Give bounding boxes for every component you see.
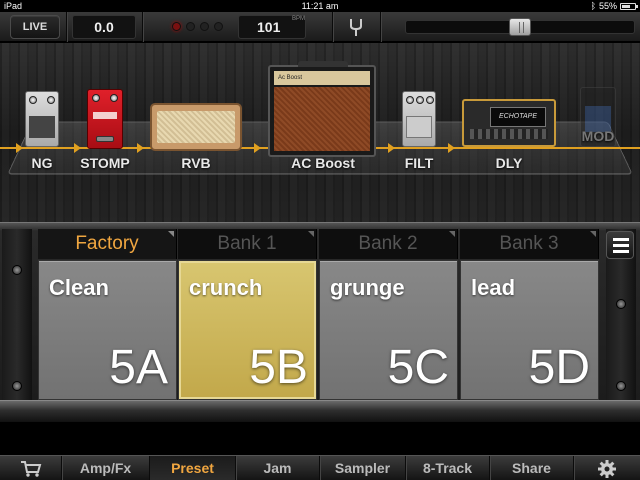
reverb-amp[interactable]: [150, 103, 242, 151]
fx-label-dly: DLY: [495, 155, 523, 171]
bottom-tab-bar: Amp/Fx Preset Jam Sampler 8-Track Share: [0, 455, 640, 480]
bank-tab-bank-1[interactable]: Bank 1: [178, 229, 317, 259]
preset-panel: Factory Bank 1 Bank 2 Bank 3 Clean 5A cr…: [0, 222, 640, 422]
bank-tab-factory[interactable]: Factory: [38, 229, 177, 259]
filter-pedal[interactable]: [402, 91, 436, 147]
signal-arrow: [16, 143, 23, 153]
tab-preset[interactable]: Preset: [150, 456, 236, 480]
fx-label-rvb: RVB: [181, 155, 211, 171]
preset-button-grunge[interactable]: grunge 5C: [319, 260, 458, 400]
tab-sampler[interactable]: Sampler: [320, 456, 406, 480]
tuning-fork-icon[interactable]: [342, 16, 370, 38]
preset-slot: 5D: [528, 341, 590, 394]
metronome-led-2: [186, 22, 195, 31]
tab-amp-fx[interactable]: Amp/Fx: [62, 456, 150, 480]
signal-arrow: [388, 143, 395, 153]
noise-gate-pedal[interactable]: [25, 91, 59, 147]
input-level-display[interactable]: 0.0: [72, 15, 136, 39]
metronome-led-3: [200, 22, 209, 31]
live-button[interactable]: LIVE: [10, 15, 60, 39]
signal-arrow: [448, 143, 455, 153]
tab-share[interactable]: Share: [490, 456, 574, 480]
amp-panel-label: Ac Boost: [274, 71, 370, 85]
bank-tab-bank-2[interactable]: Bank 2: [319, 229, 458, 259]
bpm-unit: BPM: [292, 16, 306, 22]
signal-chain: NG STOMP RVB Ac Boost AC Boost FILT ECHO…: [0, 43, 640, 223]
fx-label-stomp: STOMP: [80, 155, 130, 171]
signal-arrow: [74, 143, 81, 153]
clock: 11:21 am: [301, 1, 339, 11]
delay-screen: ECHOTAPE: [490, 107, 546, 127]
ac-boost-amp[interactable]: Ac Boost: [268, 61, 376, 157]
tab-jam[interactable]: Jam: [236, 456, 320, 480]
gear-icon[interactable]: [574, 456, 640, 480]
preset-button-clean[interactable]: Clean 5A: [38, 260, 177, 400]
metronome-led-1: [172, 22, 181, 31]
status-bar: iPad 11:21 am ᛒ 55%: [0, 0, 640, 12]
battery-percent: 55%: [598, 1, 617, 11]
delay-unit[interactable]: ECHOTAPE: [462, 99, 556, 147]
preset-button-crunch[interactable]: crunch 5B: [178, 260, 317, 400]
battery-icon: [620, 2, 638, 10]
hamburger-menu-icon[interactable]: [606, 231, 634, 259]
bluetooth-icon: ᛒ: [590, 1, 596, 11]
preset-button-lead[interactable]: lead 5D: [460, 260, 599, 400]
signal-arrow: [137, 143, 144, 153]
fx-label-filt: FILT: [404, 155, 434, 171]
metronome-led-4: [214, 22, 223, 31]
preset-name: lead: [471, 275, 516, 300]
stomp-pedal[interactable]: [87, 89, 123, 149]
preset-name: Clean: [49, 275, 109, 300]
bottom-rail: [0, 400, 640, 422]
fx-label-ng: NG: [31, 155, 53, 171]
top-toolbar: LIVE 0.0 101 BPM: [0, 12, 640, 42]
preset-name: grunge: [330, 275, 405, 300]
left-rail: [2, 229, 32, 403]
signal-arrow: [254, 143, 261, 153]
master-volume-thumb[interactable]: [509, 18, 531, 36]
preset-slot: 5C: [387, 341, 449, 394]
preset-slot: 5A: [109, 341, 168, 394]
fx-label-mod: MOD: [581, 128, 615, 144]
tab-8-track[interactable]: 8-Track: [406, 456, 490, 480]
bank-tab-bank-3[interactable]: Bank 3: [460, 229, 599, 259]
fx-label-acboost: AC Boost: [291, 155, 355, 171]
preset-name: crunch: [189, 275, 263, 300]
bpm-value: 101: [257, 19, 281, 35]
preset-slot: 5B: [249, 341, 308, 394]
shopping-cart-icon[interactable]: [0, 456, 62, 480]
